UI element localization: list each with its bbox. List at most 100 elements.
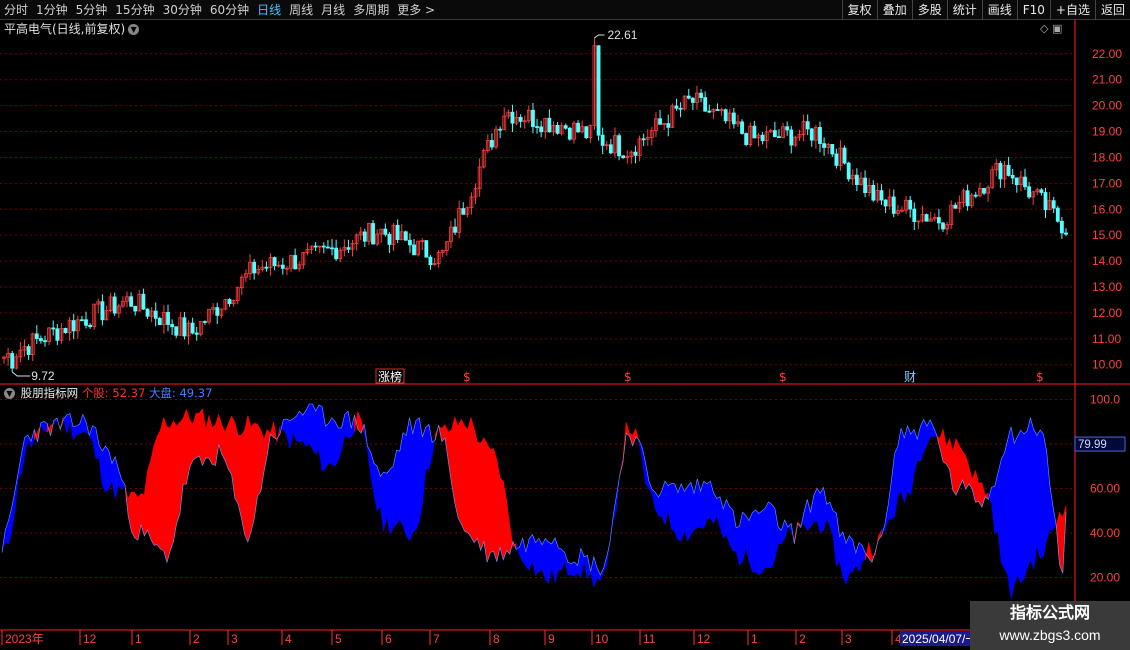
cursor-date-label: 2025/04/07/一	[902, 632, 977, 646]
indicator-tick-label: 60.00	[1090, 482, 1120, 496]
xaxis-label: 8	[493, 632, 500, 646]
candle-body	[953, 204, 958, 209]
indicator-segment	[14, 472, 19, 511]
indicator-segment	[1026, 417, 1031, 569]
indicator-segment	[1059, 511, 1064, 574]
candle-body	[88, 324, 93, 327]
indicator-segment	[671, 483, 675, 532]
candle-body	[539, 126, 544, 133]
candle-body	[313, 245, 318, 248]
indicator-segment	[991, 485, 996, 534]
indicator-segment	[910, 428, 915, 496]
indicator-segment	[716, 496, 721, 527]
finance-marker: 财	[904, 370, 916, 384]
indicator-segment	[234, 422, 239, 505]
candle-body	[1014, 177, 1019, 186]
indicator-segment	[464, 424, 469, 533]
indicator-segment	[457, 419, 462, 524]
chart-canvas[interactable]: 22.00 21.00 20.00 19.00 18.00 17.00 16.00 15.00…	[0, 0, 1130, 650]
indicator-segment	[376, 466, 381, 512]
indicator-segment	[101, 445, 106, 493]
indicator-segment	[182, 409, 187, 485]
xaxis-label: 2	[193, 632, 200, 646]
candle-body	[834, 153, 839, 166]
indicator-segment	[143, 470, 148, 537]
indicator-segment	[978, 482, 983, 509]
indicator-segment	[680, 483, 685, 542]
candle-body	[641, 138, 646, 141]
indicator-segment	[215, 414, 219, 466]
candle-body	[157, 317, 162, 326]
indicator-segment	[105, 445, 110, 493]
price-tick-label: 13.00	[1092, 280, 1122, 294]
watermark-url: www.zbgs3.com	[999, 627, 1101, 643]
indicator-segment	[331, 416, 336, 467]
indicator-segment	[755, 509, 760, 576]
indicator-segment	[244, 415, 249, 542]
candle-body	[428, 256, 433, 266]
indicator-segment	[962, 450, 967, 490]
indicator-segment	[412, 420, 417, 533]
indicator-segment	[318, 404, 323, 472]
stock-value: 52.37	[112, 386, 146, 400]
indicator-segment	[764, 501, 769, 569]
indicator-segment	[299, 410, 304, 443]
indicator-segment	[389, 465, 394, 535]
indicator-segment	[929, 419, 934, 437]
xaxis-label: 12	[83, 632, 97, 646]
indicator-segment	[1007, 426, 1012, 599]
candle-body	[760, 134, 765, 142]
indicator-segment	[79, 414, 84, 434]
candle-body	[383, 228, 388, 235]
indicator-segment	[63, 414, 67, 434]
indicator-segment	[250, 422, 255, 532]
indicator-title[interactable]: ▼ 股朋指标网 个股: 52.37 大盘: 49.37	[4, 386, 212, 400]
indicator-segment	[467, 417, 472, 538]
indicator-segment	[312, 403, 317, 455]
candle-body	[686, 95, 691, 99]
indicator-segment	[228, 415, 232, 476]
indicator-segment	[396, 449, 401, 525]
indicator-segment	[98, 444, 103, 486]
limit-up-marker: 涨榜	[378, 369, 402, 384]
indicator-segment	[574, 561, 578, 578]
candle-body	[1023, 176, 1027, 188]
indicator-segment	[858, 541, 863, 572]
candle-body	[362, 231, 367, 242]
indicator-segment	[66, 413, 71, 434]
indicator-segment	[907, 425, 912, 497]
indicator-segment	[745, 514, 750, 562]
indicator-segment	[195, 412, 200, 459]
indicator-segment	[842, 531, 847, 585]
candle-body	[510, 111, 515, 124]
indicator-segment	[742, 511, 747, 562]
indicator-segment	[548, 541, 553, 584]
price-tick-label: 18.00	[1092, 150, 1122, 164]
chevron-down-icon[interactable]: ▼	[4, 388, 15, 399]
indicator-segment	[684, 485, 688, 541]
xaxis-label: 10	[595, 632, 609, 646]
indicator-segment	[305, 403, 310, 448]
candle-body	[280, 264, 285, 269]
candle-body	[567, 127, 572, 140]
candle-body	[129, 296, 134, 307]
candle-body	[621, 155, 626, 159]
indicator-segment	[383, 471, 388, 532]
indicator-segment	[971, 470, 976, 503]
indicator-segment	[127, 491, 132, 532]
watermark-title: 指标公式网	[1009, 603, 1090, 622]
candle-body	[576, 122, 580, 133]
candle-body	[772, 130, 777, 138]
candle-body	[272, 257, 277, 267]
indicator-segment	[894, 446, 899, 517]
indicator-segment	[968, 466, 973, 491]
candle-body	[408, 239, 412, 246]
candle-body	[982, 187, 986, 194]
candle-body	[264, 266, 269, 269]
indicator-segment	[784, 519, 789, 539]
candle-body	[809, 128, 814, 141]
indicator-segment	[674, 483, 679, 540]
indicator-segment	[564, 552, 569, 576]
candle-body	[674, 105, 679, 109]
indicator-segment	[480, 436, 485, 551]
